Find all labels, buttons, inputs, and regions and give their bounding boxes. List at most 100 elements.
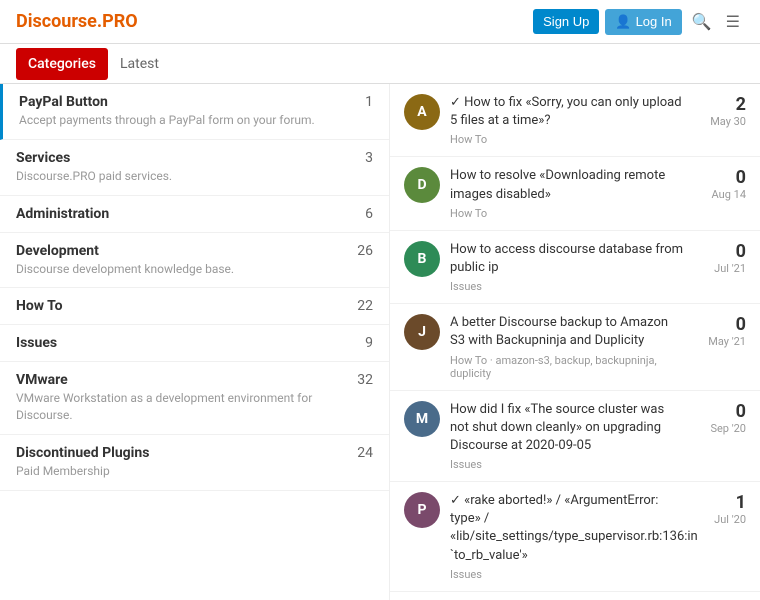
menu-button[interactable]: ☰ <box>722 8 744 36</box>
topic-item[interactable]: D How to resolve «Downloading remote ima… <box>390 157 760 230</box>
avatar: A <box>404 94 440 130</box>
topic-title: ✓ How to fix «Sorry, you can only upload… <box>450 94 686 130</box>
topic-date: May 30 <box>696 115 746 128</box>
topic-replies: 1 <box>696 492 746 513</box>
topic-meta: 0 Sep '20 <box>696 401 746 435</box>
category-info: Issues <box>16 335 349 351</box>
category-info: How To <box>16 298 349 314</box>
category-name: Issues <box>16 335 349 351</box>
topics-panel: A ✓ How to fix «Sorry, you can only uplo… <box>390 84 760 600</box>
category-count: 32 <box>349 372 373 388</box>
category-info: Administration <box>16 206 349 222</box>
category-desc: Accept payments through a PayPal form on… <box>19 112 349 129</box>
topic-date: May '21 <box>696 335 746 348</box>
topic-replies: 2 <box>696 94 746 115</box>
category-item[interactable]: PayPal Button Accept payments through a … <box>0 84 389 140</box>
avatar: P <box>404 492 440 528</box>
category-desc: VMware Workstation as a development envi… <box>16 390 349 424</box>
topic-replies: 0 <box>696 314 746 335</box>
category-desc: Paid Membership <box>16 463 349 480</box>
tab-latest[interactable]: Latest <box>108 48 171 80</box>
topic-meta: 0 May '21 <box>696 314 746 348</box>
category-count: 22 <box>349 298 373 314</box>
category-info: Services Discourse.PRO paid services. <box>16 150 349 185</box>
category-name: Discontinued Plugins <box>16 445 349 461</box>
category-count: 6 <box>349 206 373 222</box>
category-item[interactable]: Development Discourse development knowle… <box>0 233 389 289</box>
topic-title: How did I fix «The source cluster was no… <box>450 401 686 456</box>
category-count: 9 <box>349 335 373 351</box>
category-count: 24 <box>349 445 373 461</box>
category-name: VMware <box>16 372 349 388</box>
tab-categories[interactable]: Categories <box>16 48 108 80</box>
topic-title: ✓ «rake aborted!» / «ArgumentError: type… <box>450 492 686 565</box>
category-info: PayPal Button Accept payments through a … <box>19 94 349 129</box>
header-actions: Sign Up 👤 Log In 🔍 ☰ <box>533 8 744 36</box>
topic-item[interactable]: J A better Discourse backup to Amazon S3… <box>390 304 760 390</box>
topic-content: How to access discourse database from pu… <box>450 241 686 293</box>
topic-content: How did I fix «The source cluster was no… <box>450 401 686 472</box>
category-name: Services <box>16 150 349 166</box>
topic-content: How to resolve «Downloading remote image… <box>450 167 686 219</box>
category-item[interactable]: How To 22 <box>0 288 389 325</box>
avatar: J <box>404 314 440 350</box>
topic-tag: Issues <box>450 280 686 293</box>
user-icon: 👤 <box>615 14 631 30</box>
topic-replies: 0 <box>696 241 746 262</box>
topic-title: How to resolve «Downloading remote image… <box>450 167 686 203</box>
category-item[interactable]: Discontinued Plugins Paid Membership 24 <box>0 435 389 491</box>
topic-tag: How To · amazon-s3, backup, backupninja,… <box>450 354 686 380</box>
category-desc: Discourse development knowledge base. <box>16 261 349 278</box>
topic-item[interactable]: S ✓ «uninitialized constant SiteSettingE… <box>390 592 760 600</box>
category-name: PayPal Button <box>19 94 349 110</box>
category-name: How To <box>16 298 349 314</box>
avatar: D <box>404 167 440 203</box>
category-info: VMware VMware Workstation as a developme… <box>16 372 349 424</box>
topic-content: ✓ How to fix «Sorry, you can only upload… <box>450 94 686 146</box>
topic-item[interactable]: A ✓ How to fix «Sorry, you can only uplo… <box>390 84 760 157</box>
topic-meta: 0 Jul '21 <box>696 241 746 275</box>
logo-discourse: Discourse <box>16 11 97 32</box>
avatar: B <box>404 241 440 277</box>
category-count: 3 <box>349 150 373 166</box>
topic-title: A better Discourse backup to Amazon S3 w… <box>450 314 686 350</box>
topic-date: Jul '20 <box>696 513 746 526</box>
category-name: Development <box>16 243 349 259</box>
main-content: PayPal Button Accept payments through a … <box>0 84 760 600</box>
topic-meta: 0 Aug 14 <box>696 167 746 201</box>
topic-item[interactable]: B How to access discourse database from … <box>390 231 760 304</box>
topic-meta: 1 Jul '20 <box>696 492 746 526</box>
category-tabs: Categories Latest <box>0 44 760 84</box>
topic-content: A better Discourse backup to Amazon S3 w… <box>450 314 686 379</box>
topic-meta: 2 May 30 <box>696 94 746 128</box>
categories-panel: PayPal Button Accept payments through a … <box>0 84 390 600</box>
category-info: Development Discourse development knowle… <box>16 243 349 278</box>
category-info: Discontinued Plugins Paid Membership <box>16 445 349 480</box>
login-button[interactable]: 👤 Log In <box>605 9 681 35</box>
category-item[interactable]: Administration 6 <box>0 196 389 233</box>
category-item[interactable]: Issues 9 <box>0 325 389 362</box>
topic-tag: Issues <box>450 568 686 581</box>
signup-button[interactable]: Sign Up <box>533 9 599 34</box>
topic-replies: 0 <box>696 167 746 188</box>
topic-date: Jul '21 <box>696 262 746 275</box>
topic-date: Aug 14 <box>696 188 746 201</box>
topic-replies: 0 <box>696 401 746 422</box>
category-count: 1 <box>349 94 373 110</box>
category-name: Administration <box>16 206 349 222</box>
search-button[interactable]: 🔍 <box>688 8 716 36</box>
topic-date: Sep '20 <box>696 422 746 435</box>
topic-tag: How To <box>450 207 686 220</box>
site-logo[interactable]: Discourse.PRO <box>16 11 138 32</box>
topic-content: ✓ «rake aborted!» / «ArgumentError: type… <box>450 492 686 581</box>
topic-item[interactable]: P ✓ «rake aborted!» / «ArgumentError: ty… <box>390 482 760 592</box>
topic-item[interactable]: M How did I fix «The source cluster was … <box>390 391 760 483</box>
site-header: Discourse.PRO Sign Up 👤 Log In 🔍 ☰ <box>0 0 760 44</box>
category-item[interactable]: Services Discourse.PRO paid services. 3 <box>0 140 389 196</box>
category-item[interactable]: VMware VMware Workstation as a developme… <box>0 362 389 435</box>
topic-title: How to access discourse database from pu… <box>450 241 686 277</box>
category-count: 26 <box>349 243 373 259</box>
category-desc: Discourse.PRO paid services. <box>16 168 349 185</box>
topic-tag: How To <box>450 133 686 146</box>
logo-pro: .PRO <box>97 11 138 32</box>
